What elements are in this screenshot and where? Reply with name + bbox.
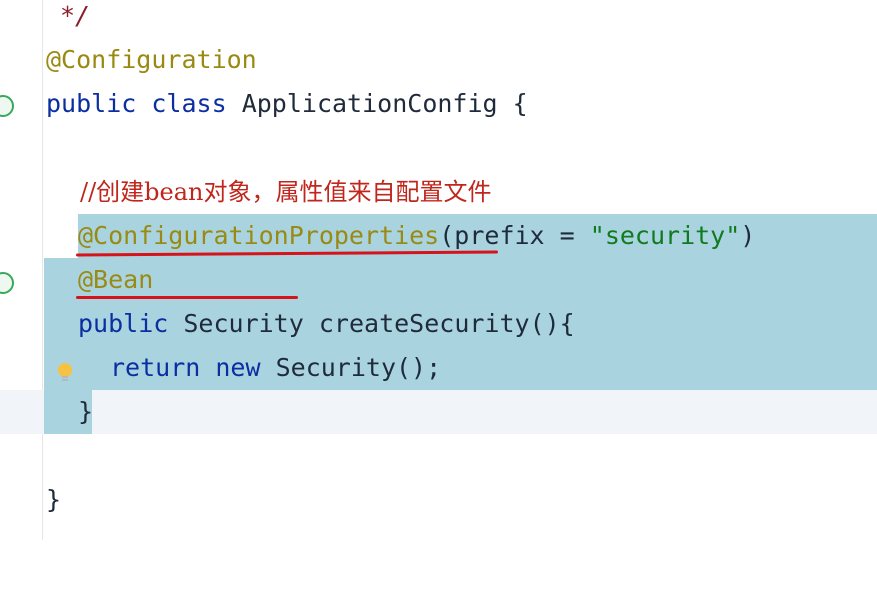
lightbulb-icon[interactable]: [57, 362, 73, 384]
prefix-value-string: "security": [589, 221, 741, 250]
keyword-public-method: public: [78, 309, 169, 338]
class-name: ApplicationConfig: [241, 89, 498, 118]
comment-end: */: [60, 1, 91, 30]
class-open-brace: {: [512, 89, 528, 118]
code-line-comment-end[interactable]: */: [0, 0, 877, 38]
red-underline-bean: [76, 296, 298, 299]
code-line-class-decl[interactable]: public class ApplicationConfig {: [0, 82, 877, 126]
method-name: createSecurity(){: [318, 309, 575, 338]
class-close-brace: }: [46, 485, 62, 514]
code-line-method-decl[interactable]: public Security createSecurity(){: [0, 302, 877, 346]
code-line-chinese-comment[interactable]: //创建bean对象，属性值来自配置文件: [0, 170, 877, 214]
keyword-class: class: [151, 89, 227, 118]
bean-annotation: @Bean: [78, 265, 154, 294]
code-editor[interactable]: */ @Configuration public class Applicati…: [0, 0, 877, 540]
equals-sign: =: [544, 221, 590, 250]
keyword-new: new: [215, 353, 261, 382]
code-line-configuration[interactable]: @Configuration: [0, 38, 877, 82]
code-line-method-close[interactable]: }: [0, 390, 877, 434]
configuration-annotation: @Configuration: [46, 45, 257, 74]
return-type: Security: [183, 309, 304, 338]
code-line-class-close[interactable]: }: [0, 478, 877, 522]
paren-open: (: [439, 221, 455, 250]
configuration-properties-annotation: @ConfigurationProperties: [78, 221, 440, 250]
chinese-comment: //创建bean对象，属性值来自配置文件: [80, 178, 492, 206]
paren-close: ): [740, 221, 756, 250]
method-close-brace: }: [78, 397, 94, 426]
code-line-return[interactable]: return new Security();: [0, 346, 877, 390]
return-expression: Security();: [275, 353, 442, 382]
prefix-param: prefix: [454, 221, 545, 250]
keyword-return: return: [110, 353, 201, 382]
keyword-public: public: [46, 89, 137, 118]
